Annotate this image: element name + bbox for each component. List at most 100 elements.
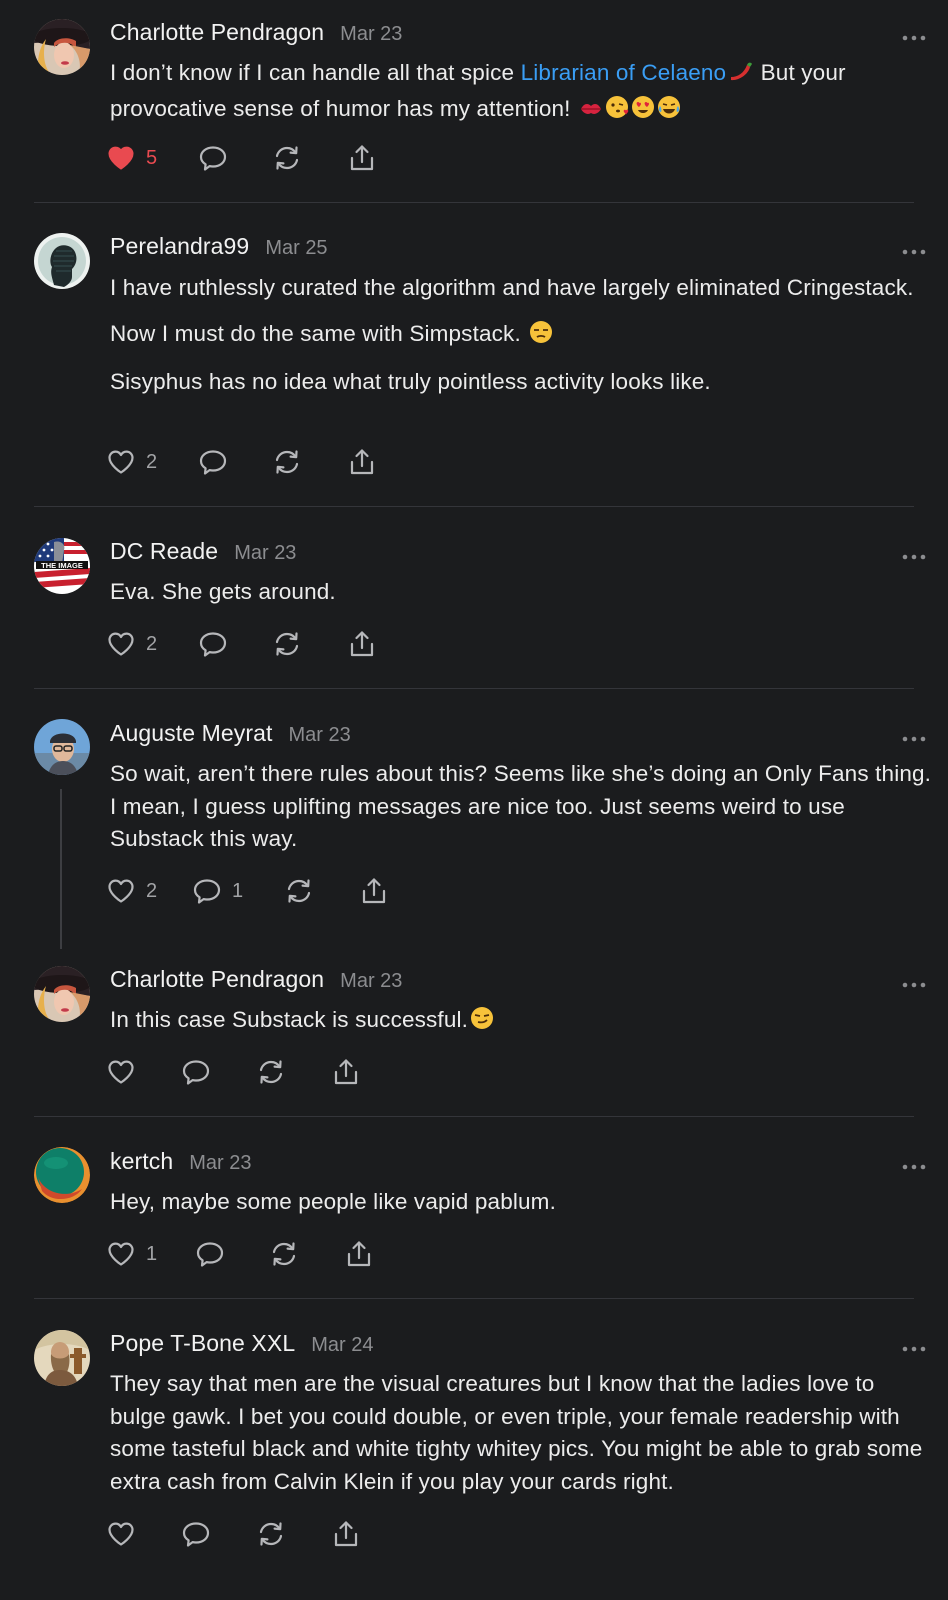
author-name[interactable]: DC Reade xyxy=(110,538,218,565)
avatar-silhouette-head-icon xyxy=(34,233,90,289)
share-icon xyxy=(347,143,377,173)
mention-link[interactable]: Librarian of Celaeno xyxy=(521,60,727,85)
comment-date[interactable]: Mar 23 xyxy=(234,542,296,565)
avatar[interactable] xyxy=(34,19,90,75)
author-name[interactable]: Pope T-Bone XXL xyxy=(110,1330,295,1357)
heart-icon xyxy=(106,1057,136,1087)
comment-body: So wait, aren’t there rules about this? … xyxy=(110,758,932,856)
more-options-icon[interactable] xyxy=(902,977,926,987)
avatar-woman-hat-icon xyxy=(34,966,90,1022)
like-button[interactable]: 2 xyxy=(106,876,157,906)
unamused-face-icon xyxy=(529,320,553,354)
reply-button[interactable] xyxy=(198,447,228,477)
share-button[interactable] xyxy=(347,629,377,659)
reply-button[interactable] xyxy=(195,1239,225,1269)
share-button[interactable] xyxy=(331,1519,361,1549)
avatar[interactable] xyxy=(34,966,90,1022)
restack-button[interactable] xyxy=(284,876,314,906)
more-options-icon[interactable] xyxy=(902,1159,926,1169)
restack-icon xyxy=(272,143,302,173)
share-button[interactable] xyxy=(347,447,377,477)
heart-eyes-icon xyxy=(631,95,655,129)
avatar[interactable] xyxy=(34,233,90,289)
reply-button[interactable] xyxy=(181,1519,211,1549)
comment-paragraph: Sisyphus has no idea what truly pointles… xyxy=(110,369,711,394)
divider xyxy=(34,202,914,203)
heart-icon xyxy=(106,876,136,906)
heart-icon xyxy=(106,1519,136,1549)
restack-button[interactable] xyxy=(256,1057,286,1087)
more-options-icon[interactable] xyxy=(902,30,926,40)
reply-button[interactable]: 1 xyxy=(192,876,243,906)
comment-date[interactable]: Mar 24 xyxy=(311,1334,373,1357)
avatar[interactable] xyxy=(34,1330,90,1386)
more-options-icon[interactable] xyxy=(902,1341,926,1351)
comment-header: Perelandra99 Mar 25 xyxy=(110,233,328,265)
share-button[interactable] xyxy=(347,143,377,173)
like-button[interactable]: 2 xyxy=(106,447,157,477)
restack-icon xyxy=(256,1519,286,1549)
author-name[interactable]: Perelandra99 xyxy=(110,233,249,260)
comment-header: Pope T-Bone XXL Mar 24 xyxy=(110,1330,373,1362)
restack-icon xyxy=(272,629,302,659)
avatar[interactable]: THE IMAGE xyxy=(34,538,90,594)
avatar-man-glasses-cap-icon xyxy=(34,719,90,775)
speech-bubble-icon xyxy=(198,629,228,659)
like-count: 2 xyxy=(146,632,158,655)
like-button[interactable]: 2 xyxy=(106,629,157,659)
comment-header: kertch Mar 23 xyxy=(110,1148,251,1180)
divider xyxy=(34,688,914,689)
restack-button[interactable] xyxy=(269,1239,299,1269)
more-options-icon[interactable] xyxy=(902,244,926,254)
comment-date[interactable]: Mar 25 xyxy=(265,237,327,260)
comment-text: Hey, maybe some people like vapid pablum… xyxy=(110,1189,556,1214)
comment-text: So wait, aren’t there rules about this? … xyxy=(110,761,932,851)
comment-header: Charlotte Pendragon Mar 23 xyxy=(110,966,402,998)
share-icon xyxy=(331,1057,361,1087)
share-button[interactable] xyxy=(344,1239,374,1269)
restack-button[interactable] xyxy=(272,143,302,173)
avatar[interactable] xyxy=(34,1147,90,1203)
heart-icon xyxy=(106,1239,136,1269)
author-name[interactable]: kertch xyxy=(110,1148,173,1175)
reply-button[interactable] xyxy=(181,1057,211,1087)
hot-pepper-icon xyxy=(728,60,754,93)
reply-button[interactable] xyxy=(198,629,228,659)
comment-date[interactable]: Mar 23 xyxy=(340,23,402,46)
comment-body: I have ruthlessly curated the algorithm … xyxy=(110,272,932,399)
avatar-the-image-flag-icon: THE IMAGE xyxy=(34,538,90,594)
thread-line xyxy=(60,789,62,949)
reply-button[interactable] xyxy=(198,143,228,173)
speech-bubble-icon xyxy=(198,143,228,173)
like-count: 1 xyxy=(146,1242,158,1265)
share-button[interactable] xyxy=(359,876,389,906)
share-icon xyxy=(347,629,377,659)
comment-body: They say that men are the visual creatur… xyxy=(110,1368,932,1498)
restack-icon xyxy=(272,447,302,477)
author-name[interactable]: Charlotte Pendragon xyxy=(110,966,324,993)
comment-date[interactable]: Mar 23 xyxy=(288,724,350,747)
kiss-mark-icon xyxy=(579,96,603,129)
author-name[interactable]: Charlotte Pendragon xyxy=(110,19,324,46)
heart-icon xyxy=(106,629,136,659)
comment-date[interactable]: Mar 23 xyxy=(340,970,402,993)
restack-button[interactable] xyxy=(272,447,302,477)
restack-button[interactable] xyxy=(256,1519,286,1549)
restack-icon xyxy=(269,1239,299,1269)
like-button[interactable] xyxy=(106,1057,136,1087)
restack-icon xyxy=(256,1057,286,1087)
avatar[interactable] xyxy=(34,719,90,775)
divider xyxy=(34,1298,914,1299)
more-options-icon[interactable] xyxy=(902,549,926,559)
like-button[interactable] xyxy=(106,1519,136,1549)
speech-bubble-icon xyxy=(181,1057,211,1087)
heart-icon xyxy=(106,447,136,477)
comment-date[interactable]: Mar 23 xyxy=(189,1152,251,1175)
share-button[interactable] xyxy=(331,1057,361,1087)
restack-button[interactable] xyxy=(272,629,302,659)
tears-of-joy-icon xyxy=(657,95,681,129)
more-options-icon[interactable] xyxy=(902,731,926,741)
like-button[interactable]: 1 xyxy=(106,1239,157,1269)
author-name[interactable]: Auguste Meyrat xyxy=(110,720,272,747)
like-button[interactable]: 5 xyxy=(106,143,157,173)
